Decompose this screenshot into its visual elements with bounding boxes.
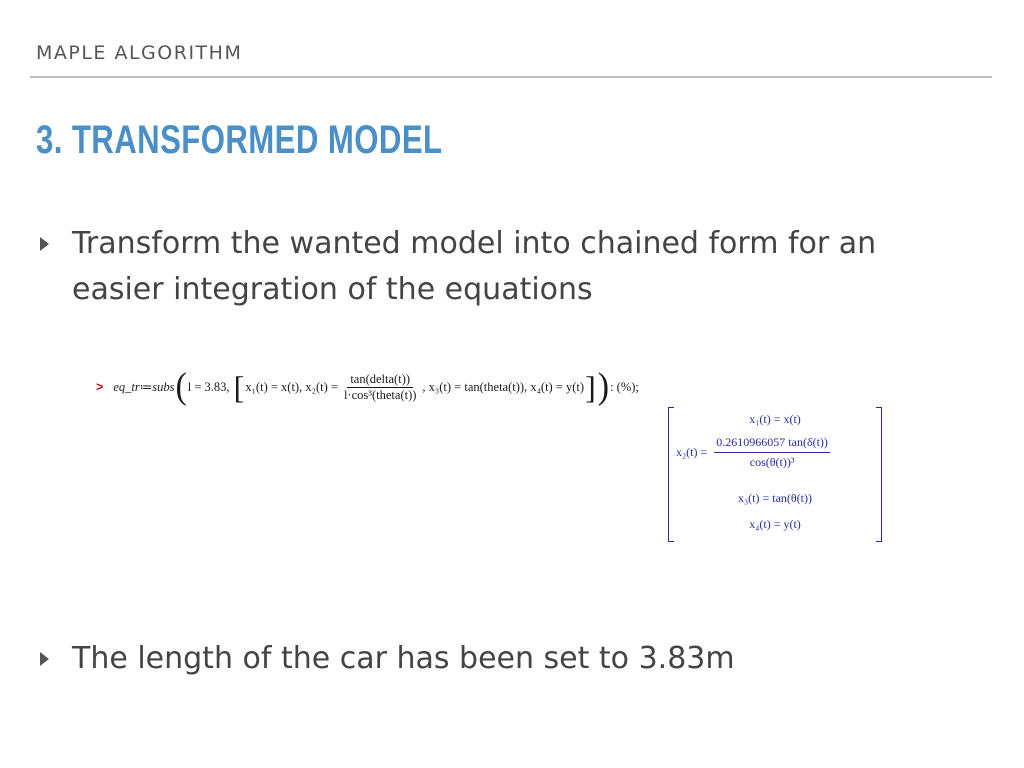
open-bracket: [ — [233, 369, 245, 405]
maple-worksheet: > eq_tr ≔ subs ( l = 3.83, [ x₁(t) = x(t… — [96, 362, 896, 552]
subs-func: subs — [152, 379, 175, 394]
bullet-text: Transform the wanted model into chained … — [72, 226, 877, 307]
close-bracket: ] — [585, 369, 596, 405]
x3-substitution: , x₃(t) = tan(theta(t)), — [422, 379, 528, 394]
bullet-item: The length of the car has been set to 3.… — [40, 636, 960, 682]
output-row-x3: x₃(t) = tan(θ(t)) — [737, 491, 812, 505]
x4-substitution: x₄(t) = y(t) — [530, 379, 585, 394]
cmd-name: eq_tr — [113, 379, 140, 394]
x2-lhs: x₂(t) = — [305, 379, 338, 394]
triangle-bullet-icon — [40, 636, 60, 682]
maple-command-line: > eq_tr ≔ subs ( l = 3.83, [ x₁(t) = x(t… — [96, 362, 639, 412]
assign-op: ≔ — [139, 380, 153, 394]
output-x2-denominator: cos(θ(t))³ — [749, 455, 795, 469]
x2-fraction: tan(delta(t)) l·cos³(theta(t)) — [341, 372, 419, 403]
output-x2-numerator: 0.2610966057 tan(δ(t)) — [714, 435, 830, 453]
l-assignment: l = 3.83, — [187, 379, 230, 394]
bullet-text: The length of the car has been set to 3.… — [72, 641, 735, 676]
close-paren: ) — [597, 366, 610, 407]
cmd-tail: : (%); — [610, 379, 639, 394]
output-row-x4: x₄(t) = y(t) — [749, 517, 801, 531]
header-divider — [30, 76, 992, 78]
open-paren: ( — [175, 366, 187, 407]
x1-substitution: x₁(t) = x(t), — [245, 379, 303, 394]
output-row-x1: x₁(t) = x(t) — [749, 412, 801, 426]
slide-title: 3. TRANSFORMED MODEL — [36, 118, 443, 162]
output-x2-lhs: x₂(t) = — [676, 445, 708, 459]
triangle-bullet-icon — [40, 221, 60, 267]
output-x2-fraction: 0.2610966057 tan(δ(t)) cos(θ(t))³ — [714, 435, 830, 470]
x2-denominator: l·cos³(theta(t)) — [343, 387, 417, 402]
x2-numerator: tan(delta(t)) — [347, 372, 414, 388]
bullet-item: Transform the wanted model into chained … — [40, 221, 960, 313]
output-row-x2: x₂(t) = 0.2610966057 tan(δ(t)) cos(θ(t))… — [676, 435, 874, 470]
maple-prompt: > — [96, 380, 104, 394]
right-bracket — [876, 407, 882, 542]
maple-output-vector: x₁(t) = x(t) x₂(t) = 0.2610966057 tan(δ(… — [668, 407, 882, 544]
left-bracket — [668, 407, 674, 542]
section-header: MAPLE ALGORITHM — [36, 42, 243, 64]
